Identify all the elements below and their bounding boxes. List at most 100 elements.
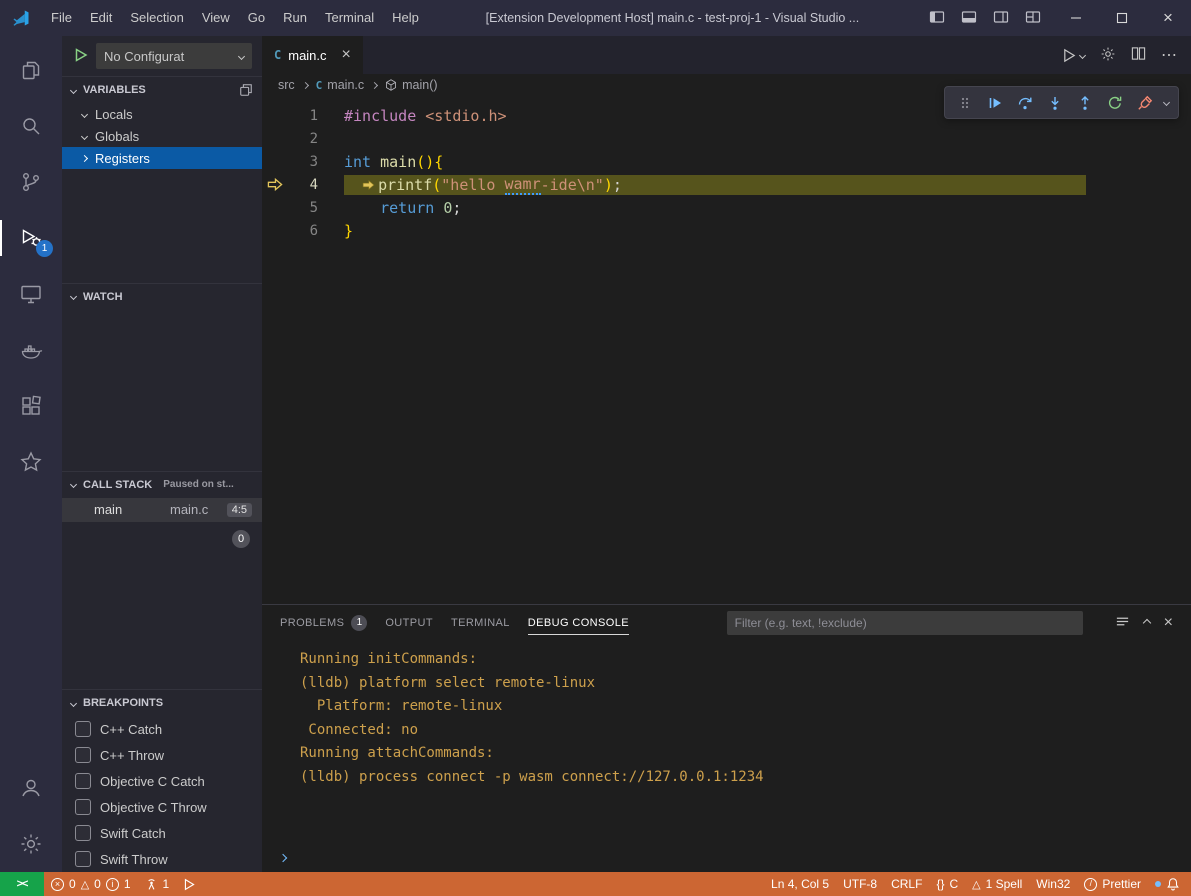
settings-gear-icon[interactable] [0, 816, 62, 872]
continue-icon[interactable] [981, 96, 1008, 116]
ports-status[interactable]: 1 [138, 872, 177, 896]
line-number[interactable]: 1 [288, 108, 318, 124]
breakpoint-c-catch[interactable]: C++ Catch [62, 716, 262, 742]
breadcrumb-src[interactable]: src [278, 78, 295, 92]
status-language-mode[interactable]: {}C [929, 872, 965, 896]
source-control-icon[interactable] [0, 154, 62, 210]
menu-go[interactable]: Go [239, 0, 274, 36]
menu-edit[interactable]: Edit [81, 0, 121, 36]
line-number[interactable]: 5 [288, 200, 318, 216]
explorer-icon[interactable] [0, 42, 62, 98]
checkbox[interactable] [75, 825, 91, 841]
status-formatter[interactable]: /Prettier [1077, 872, 1148, 896]
status-spell[interactable]: △1 Spell [965, 872, 1029, 896]
panel-tab-terminal[interactable]: TERMINAL [451, 605, 510, 640]
start-debug-icon[interactable] [74, 48, 88, 65]
code-line[interactable]: 5 return 0; [262, 196, 1191, 219]
customize-layout-icon[interactable] [1025, 9, 1041, 28]
line-number[interactable]: 4 [288, 177, 318, 193]
console-input-row[interactable] [262, 844, 1191, 872]
watch-section-header[interactable]: WATCH [62, 284, 262, 310]
variables-section: VARIABLES LocalsGlobalsRegisters [62, 76, 262, 283]
maximize-panel-icon[interactable] [1142, 618, 1150, 626]
line-number[interactable]: 3 [288, 154, 318, 170]
variable-group-locals[interactable]: Locals [62, 103, 262, 125]
variable-group-globals[interactable]: Globals [62, 125, 262, 147]
close-panel-icon[interactable]: × [1164, 614, 1173, 632]
panel-tab-problems[interactable]: PROBLEMS1 [280, 605, 367, 640]
step-out-icon[interactable] [1071, 96, 1098, 116]
restart-icon[interactable] [1101, 96, 1128, 116]
maximize-button[interactable] [1099, 0, 1145, 36]
menu-help[interactable]: Help [383, 0, 428, 36]
line-number[interactable]: 6 [288, 223, 318, 239]
step-into-icon[interactable] [1041, 96, 1068, 116]
debug-config-dropdown[interactable]: No Configurat [96, 43, 252, 69]
checkbox[interactable] [75, 721, 91, 737]
breakpoint-swift-throw[interactable]: Swift Throw [62, 846, 262, 872]
menu-view[interactable]: View [193, 0, 239, 36]
run-or-debug-button[interactable] [1062, 48, 1085, 63]
run-and-debug-icon[interactable]: 1 [0, 210, 62, 266]
breakpoint-objective-c-catch[interactable]: Objective C Catch [62, 768, 262, 794]
account-icon[interactable] [0, 760, 62, 816]
code-editor[interactable]: 1#include <stdio.h>23int main(){4 printf… [262, 96, 1191, 604]
menu-selection[interactable]: Selection [121, 0, 192, 36]
close-button[interactable]: × [1145, 0, 1191, 36]
checkbox[interactable] [75, 747, 91, 763]
console-filter-input[interactable] [727, 611, 1083, 635]
remote-explorer-icon[interactable] [0, 266, 62, 322]
breakpoint-c-throw[interactable]: C++ Throw [62, 742, 262, 768]
remote-indicator[interactable]: >< [0, 872, 44, 896]
menu-run[interactable]: Run [274, 0, 316, 36]
call-stack-section-header[interactable]: CALL STACK Paused on st... [62, 472, 262, 498]
checkbox[interactable] [75, 799, 91, 815]
tab-close-icon[interactable]: × [342, 47, 351, 63]
docker-icon[interactable] [0, 322, 62, 378]
breakpoints-section-header[interactable]: BREAKPOINTS [62, 690, 262, 716]
toolbar-drag-grip[interactable] [951, 96, 978, 116]
extensions-icon[interactable] [0, 378, 62, 434]
variable-group-registers[interactable]: Registers [62, 147, 262, 169]
problems-status[interactable]: × 0 △ 0 i 1 [44, 872, 138, 896]
line-number[interactable]: 2 [288, 131, 318, 147]
panel-tab-output[interactable]: OUTPUT [385, 605, 433, 640]
code-line[interactable]: 6} [262, 219, 1191, 242]
toggle-sidebar-icon[interactable] [929, 9, 945, 28]
breadcrumb-main-c[interactable]: Cmain.c [316, 78, 364, 92]
status-cursor-position[interactable]: Ln 4, Col 5 [764, 872, 836, 896]
disconnect-icon[interactable] [1131, 96, 1158, 116]
code-line[interactable]: 4 printf("hello wamr-ide\n"); [262, 173, 1191, 196]
variables-section-header[interactable]: VARIABLES [62, 77, 262, 103]
status-encoding[interactable]: UTF-8 [836, 872, 884, 896]
breakpoint-objective-c-throw[interactable]: Objective C Throw [62, 794, 262, 820]
step-over-icon[interactable] [1011, 96, 1038, 116]
breakpoint-swift-catch[interactable]: Swift Catch [62, 820, 262, 846]
minimize-button[interactable] [1053, 0, 1099, 36]
chevron-down-icon[interactable] [1163, 99, 1170, 106]
breadcrumb-main[interactable]: main() [385, 78, 437, 92]
checkbox[interactable] [75, 773, 91, 789]
menu-file[interactable]: File [42, 0, 81, 36]
code-line[interactable]: 2 [262, 127, 1191, 150]
breakpoint-glyph-margin[interactable] [262, 178, 288, 191]
toggle-secondary-sidebar-icon[interactable] [993, 9, 1009, 28]
debug-status-icon[interactable] [176, 872, 203, 896]
console-options-icon[interactable] [1115, 614, 1130, 632]
status-eol[interactable]: CRLF [884, 872, 929, 896]
favorites-star-icon[interactable] [0, 434, 62, 490]
checkbox[interactable] [75, 851, 91, 867]
editor-settings-gear-icon[interactable] [1100, 46, 1116, 65]
search-icon[interactable] [0, 98, 62, 154]
code-line[interactable]: 3int main(){ [262, 150, 1191, 173]
panel-tab-debug-console[interactable]: DEBUG CONSOLE [528, 605, 629, 640]
menu-terminal[interactable]: Terminal [316, 0, 383, 36]
status-platform[interactable]: Win32 [1029, 872, 1077, 896]
variables-actions-icon[interactable] [239, 83, 253, 97]
split-editor-icon[interactable] [1131, 46, 1146, 64]
notifications[interactable] [1148, 872, 1187, 896]
toggle-panel-icon[interactable] [961, 9, 977, 28]
stack-frame-row[interactable]: main main.c 4:5 [62, 498, 262, 522]
more-actions-icon[interactable]: ⋯ [1161, 45, 1177, 65]
tab-main-c[interactable]: C main.c × [262, 36, 363, 74]
